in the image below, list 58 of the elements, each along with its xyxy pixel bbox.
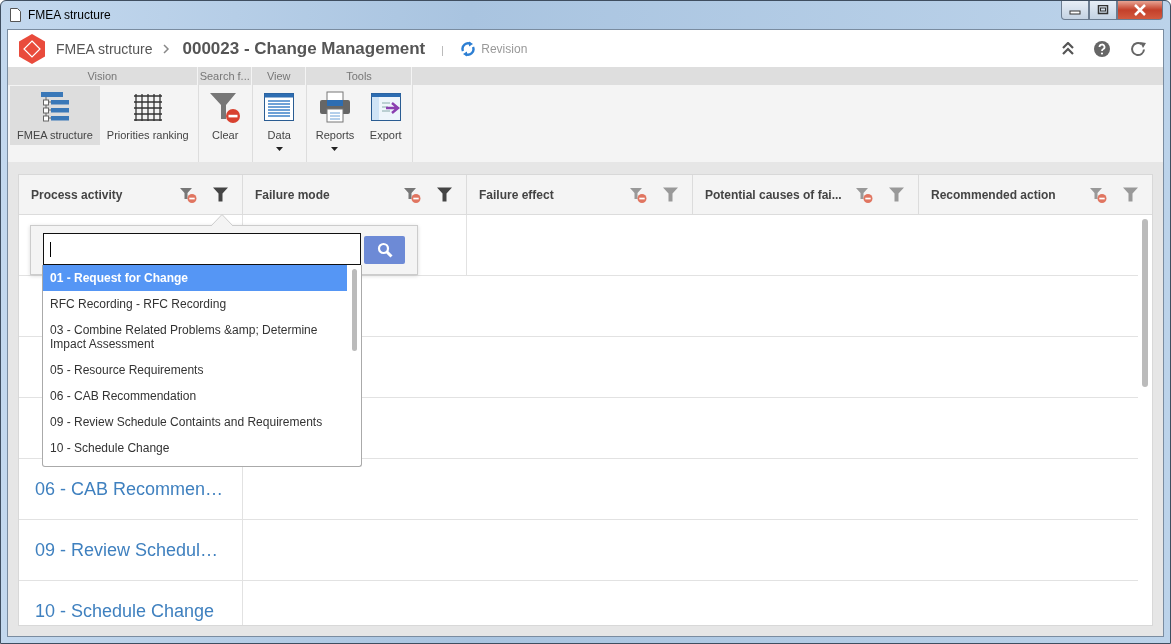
ribbon-button[interactable]: FMEA structure <box>10 86 100 145</box>
ribbon-group-label: View <box>252 67 305 85</box>
filter-icon[interactable] <box>213 187 228 202</box>
search-icon <box>376 242 393 258</box>
breadcrumb-link[interactable]: FMEA structure <box>56 40 153 57</box>
column-header[interactable]: Process activity <box>19 175 243 214</box>
clear-filter-icon[interactable] <box>180 186 197 203</box>
option-item[interactable]: 06 - CAB Recommendation <box>43 383 347 409</box>
activity-link[interactable]: 06 - CAB Recommen… <box>19 478 224 500</box>
filter-icon[interactable] <box>437 187 452 202</box>
refresh-icon[interactable] <box>1130 40 1147 57</box>
option-item[interactable]: RFC Recording - RFC Recording <box>43 291 347 317</box>
ribbon-group-label: Tools <box>306 67 412 85</box>
scrollbar[interactable] <box>352 269 357 351</box>
printer-icon <box>318 91 352 123</box>
activity-link[interactable]: 09 - Review Schedul… <box>19 539 219 561</box>
ribbon-button[interactable]: Priorities ranking <box>99 86 196 145</box>
option-item[interactable]: 03 - Combine Related Problems &amp; Determine Impact Assessment <box>43 317 347 357</box>
maximize-icon <box>1097 5 1109 15</box>
option-item[interactable]: 05 - Resource Requirements <box>43 357 347 383</box>
close-button[interactable] <box>1117 1 1163 20</box>
window-title: FMEA structure <box>28 8 111 22</box>
search-field[interactable] <box>43 233 362 265</box>
clear-filter-icon[interactable] <box>1090 186 1107 203</box>
ribbon-button[interactable]: Reports <box>308 86 362 155</box>
ribbon-button[interactable]: Export <box>361 86 411 155</box>
grid-icon <box>131 91 164 123</box>
option-item[interactable]: 09 - Review Schedule Containts and Requirements <box>43 409 347 435</box>
clear-filter-icon[interactable] <box>404 186 421 203</box>
clear-filter-icon[interactable] <box>856 186 873 203</box>
ribbon-button[interactable]: Data <box>254 86 304 155</box>
minimize-button[interactable] <box>1061 1 1089 20</box>
sync-icon <box>460 40 477 57</box>
column-header[interactable]: Failure mode <box>243 175 467 214</box>
search-button[interactable] <box>364 236 405 264</box>
caret-icon <box>331 147 339 151</box>
column-header[interactable]: Potential causes of fai... <box>693 175 919 214</box>
clear-filter-icon[interactable] <box>630 186 647 203</box>
caret-icon <box>275 147 283 151</box>
ribbon-group-label: Vision <box>8 67 197 85</box>
option-item[interactable]: 10 - Schedule Change <box>43 435 347 461</box>
ribbon-group-label: Search f... <box>198 67 251 85</box>
column-header[interactable]: Failure effect <box>467 175 693 214</box>
column-header[interactable]: Recommended action <box>919 175 1152 214</box>
activity-link[interactable]: 10 - Schedule Change <box>19 600 215 622</box>
clear-filter-icon <box>209 91 242 123</box>
close-icon <box>1133 4 1147 16</box>
collapse-icon[interactable] <box>1062 42 1074 55</box>
help-icon[interactable] <box>1094 40 1110 57</box>
logo-icon <box>16 32 48 65</box>
chevron-icon <box>163 43 171 54</box>
maximize-button[interactable] <box>1089 1 1117 20</box>
page-title: 000023 - Change Management <box>182 38 426 59</box>
ribbon-button[interactable]: Clear <box>200 86 250 145</box>
document-icon <box>10 8 21 22</box>
export-icon <box>369 91 402 123</box>
data-table-icon <box>263 91 296 123</box>
tree-icon <box>38 91 71 123</box>
